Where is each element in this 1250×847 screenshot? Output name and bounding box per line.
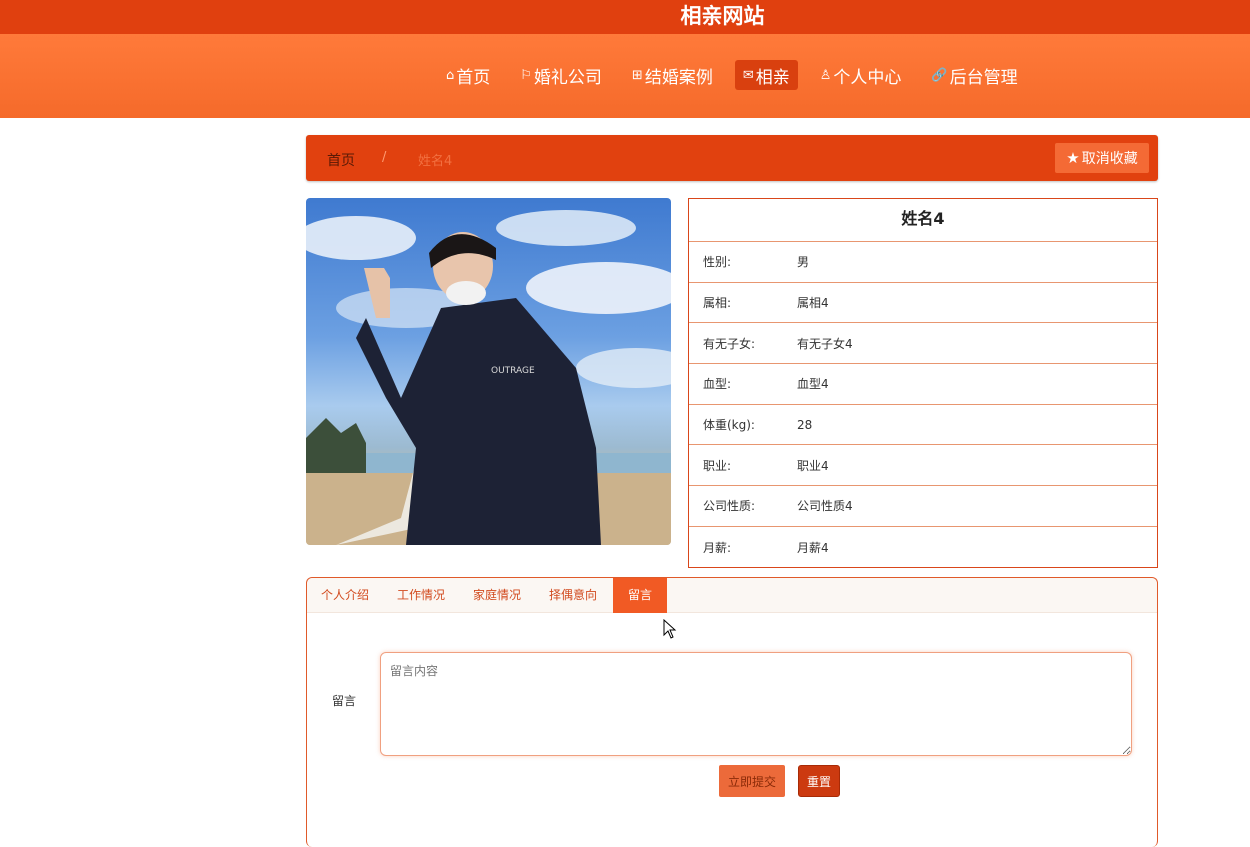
nav-item-dating[interactable]: ✉ 相亲 [734, 60, 798, 90]
tab-bar: 个人介绍 工作情况 家庭情况 择偶意向 留言 [307, 578, 1157, 613]
mouse-cursor-icon [663, 619, 677, 639]
home-icon: ⌂ [446, 67, 455, 83]
breadcrumb-separator: / [382, 150, 387, 165]
info-value: 血型4 [797, 377, 829, 392]
site-title: 相亲网站 [680, 4, 765, 28]
reset-button[interactable]: 重置 [798, 765, 840, 797]
mail-icon: ✉ [742, 67, 754, 83]
info-row-children: 有无子女: 有无子女4 [689, 323, 1157, 365]
info-value: 男 [797, 255, 810, 270]
info-label: 血型: [703, 377, 732, 392]
message-input[interactable] [380, 652, 1132, 756]
info-label: 体重(kg): [703, 418, 755, 433]
nav-item-admin[interactable]: 🔗 后台管理 [923, 60, 1025, 90]
info-row-gender: 性别: 男 [689, 242, 1157, 283]
nav-item-label: 相亲 [755, 67, 790, 88]
tab-partner-preference[interactable]: 择偶意向 [537, 578, 609, 613]
info-row-occupation: 职业: 职业4 [689, 445, 1157, 487]
nav-item-wedding-company[interactable]: ⚐ 婚礼公司 [512, 60, 610, 90]
nav-item-label: 个人中心 [833, 67, 902, 88]
nav-item-personal-center[interactable]: ♙ 个人中心 [812, 60, 910, 90]
info-value: 职业4 [797, 458, 829, 473]
nav-item-wedding-cases[interactable]: ⊞ 结婚案例 [624, 60, 721, 90]
main-nav: ⌂ 首页 ⚐ 婚礼公司 ⊞ 结婚案例 ✉ 相亲 ♙ 个人中心 🔗 后台管理 [438, 60, 1040, 90]
submit-button[interactable]: 立即提交 [719, 765, 785, 797]
info-label: 属相: [703, 296, 732, 311]
unfavorite-label: 取消收藏 [1081, 151, 1138, 167]
info-value: 有无子女4 [797, 336, 853, 351]
nav-item-label: 婚礼公司 [533, 67, 602, 88]
info-value: 属相4 [797, 296, 829, 311]
nav-item-label: 后台管理 [949, 67, 1018, 88]
tab-work[interactable]: 工作情况 [385, 578, 457, 613]
nav-item-label: 首页 [456, 67, 491, 88]
info-row-company-type: 公司性质: 公司性质4 [689, 486, 1157, 527]
info-value: 月薪4 [797, 540, 829, 555]
breadcrumb-home-link[interactable]: 首页 [327, 150, 355, 170]
tab-family[interactable]: 家庭情况 [461, 578, 533, 613]
info-row-blood-type: 血型: 血型4 [689, 364, 1157, 405]
info-label: 有无子女: [703, 336, 756, 351]
info-row-salary: 月薪: 月薪4 [689, 527, 1157, 568]
info-label: 职业: [703, 458, 732, 473]
flag-icon: ⚐ [520, 67, 532, 83]
profile-photo: OUTRAGE [306, 198, 671, 545]
breadcrumb-current: 姓名4 [418, 154, 453, 169]
profile-name: 姓名4 [689, 199, 1157, 242]
profile-info-table: 姓名4 性别: 男 属相: 属相4 有无子女: 有无子女4 血型: 血型4 体重… [688, 198, 1158, 568]
message-label: 留言 [332, 694, 357, 708]
tab-introduction[interactable]: 个人介绍 [309, 578, 381, 613]
tab-message[interactable]: 留言 [613, 578, 667, 613]
info-value: 公司性质4 [797, 499, 853, 514]
gift-icon: ⊞ [631, 67, 643, 83]
profile-photo-image: OUTRAGE [306, 210, 671, 545]
star-icon: ★ [1066, 149, 1080, 167]
user-icon: ♙ [819, 67, 832, 83]
svg-text:OUTRAGE: OUTRAGE [491, 366, 535, 376]
unfavorite-button[interactable]: ★ 取消收藏 [1055, 143, 1149, 173]
nav-item-label: 结婚案例 [644, 67, 713, 88]
nav-item-home[interactable]: ⌂ 首页 [438, 60, 498, 90]
info-label: 性别: [703, 255, 732, 270]
breadcrumb: 首页 / 姓名4 ★ 取消收藏 [306, 135, 1158, 181]
info-label: 月薪: [703, 540, 732, 555]
link-icon: 🔗 [931, 67, 948, 83]
info-value: 28 [797, 417, 813, 432]
info-row-weight: 体重(kg): 28 [689, 405, 1157, 446]
info-label: 公司性质: [703, 499, 756, 514]
info-row-zodiac: 属相: 属相4 [689, 283, 1157, 324]
